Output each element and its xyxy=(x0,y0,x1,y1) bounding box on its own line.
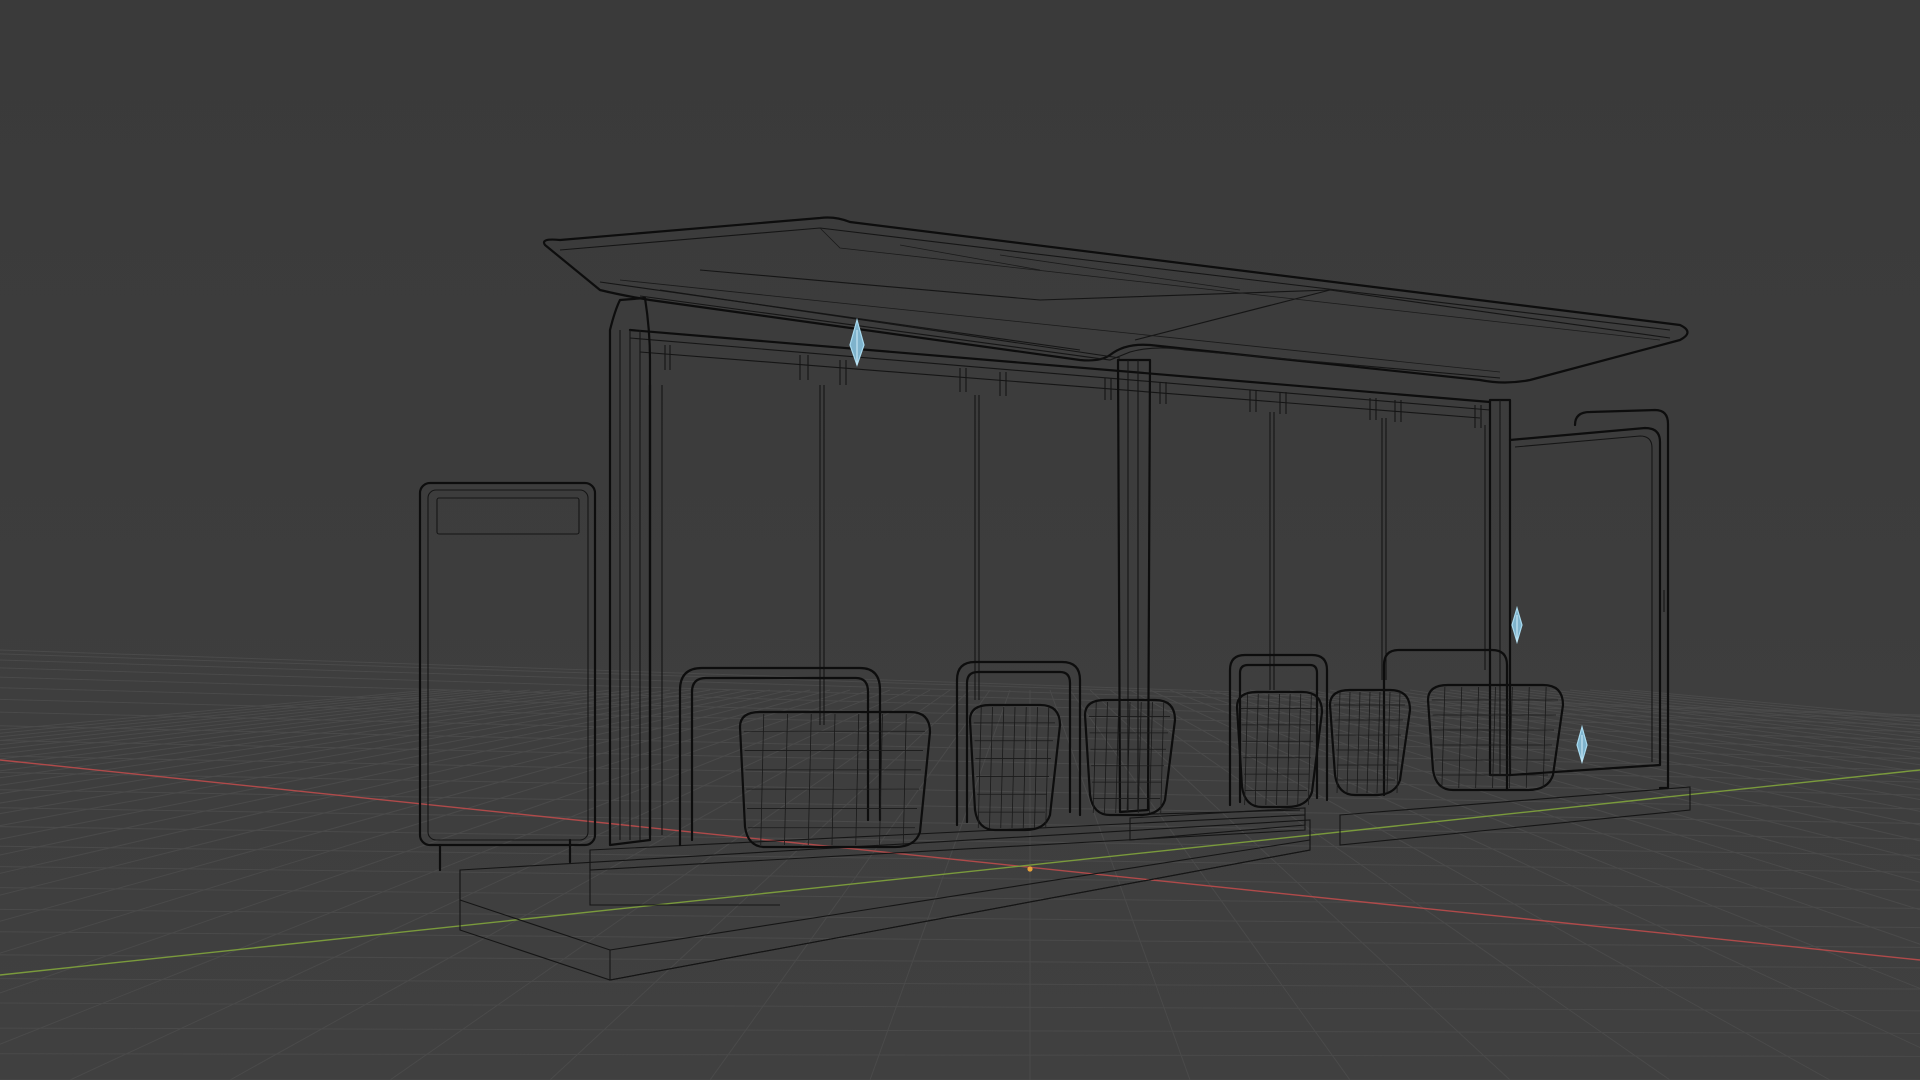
grid-line xyxy=(1309,689,1920,812)
3d-viewport[interactable] xyxy=(0,0,1920,1080)
grid-line xyxy=(0,978,1920,990)
grid-line xyxy=(0,807,1920,840)
grid-line xyxy=(1569,689,1920,727)
grid-line xyxy=(0,1002,1920,1012)
light-icon[interactable] xyxy=(1576,724,1588,765)
seat xyxy=(968,703,1062,832)
grid-line xyxy=(0,689,611,772)
left-display-panel xyxy=(418,481,597,872)
grid-line xyxy=(1069,689,1351,1080)
grid-line xyxy=(389,689,951,1080)
grid-line xyxy=(1329,689,1920,801)
grid-line xyxy=(0,689,571,760)
grid-line xyxy=(0,689,631,779)
wireframe-scene[interactable] xyxy=(0,0,1920,1080)
grid-line xyxy=(1629,689,1920,718)
grid-line xyxy=(1269,689,1920,842)
grid-line xyxy=(0,689,531,750)
grid-line xyxy=(0,887,1920,909)
grid-line xyxy=(0,689,551,755)
grid-line xyxy=(69,689,911,1080)
grid-line xyxy=(869,689,1011,1080)
grid-line xyxy=(1089,689,1511,1080)
floor-grid xyxy=(0,649,1920,1080)
seat-frames xyxy=(678,648,1509,847)
grid-line xyxy=(0,689,651,786)
grid-line xyxy=(0,954,1920,969)
origin-point-icon[interactable] xyxy=(1027,866,1033,872)
grid-line xyxy=(0,689,791,874)
grid-line xyxy=(0,689,511,746)
grid-line xyxy=(1489,689,1920,743)
grid-line xyxy=(1509,689,1920,739)
light-icon[interactable] xyxy=(1511,605,1523,645)
grid-line xyxy=(549,689,971,1080)
grid-line xyxy=(0,689,891,1045)
hanging-rail xyxy=(628,328,1492,419)
grid-line xyxy=(0,711,1920,760)
grid-line xyxy=(709,689,991,1080)
grid-line xyxy=(0,845,1920,873)
grid-line xyxy=(0,931,1920,948)
grid-line xyxy=(0,689,811,896)
y-axis-line xyxy=(0,769,1920,976)
grid-line xyxy=(0,689,691,804)
grid-line xyxy=(1349,689,1920,790)
grid-line xyxy=(0,1027,1920,1034)
grid-line xyxy=(0,908,1920,929)
grid-line xyxy=(0,866,1920,891)
grid-line xyxy=(1589,689,1920,724)
